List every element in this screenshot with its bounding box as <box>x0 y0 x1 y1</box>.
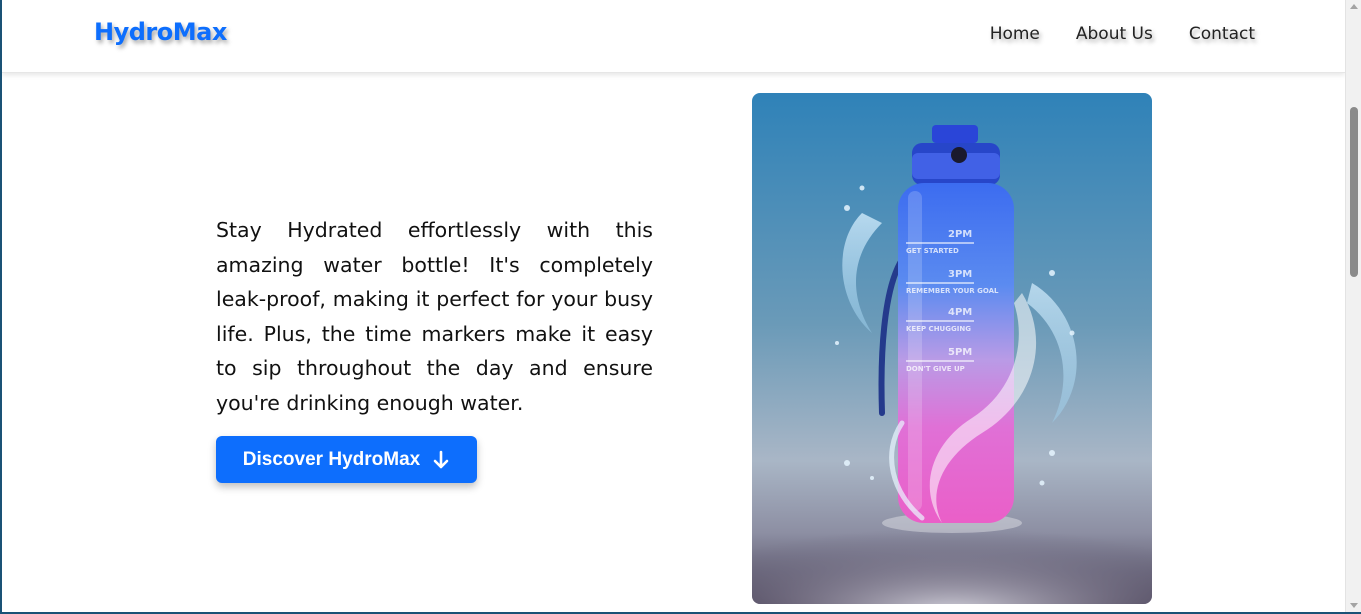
page-viewport: HydroMax Home About Us Contact Stay Hydr… <box>2 0 1345 612</box>
marker-caption-2: REMEMBER YOUR GOAL <box>906 287 999 295</box>
nav-link-about-us[interactable]: About Us <box>1076 24 1153 44</box>
marker-caption-4: DON'T GIVE UP <box>906 365 965 373</box>
vertical-scrollbar[interactable] <box>1345 0 1361 612</box>
marker-time-4: 5PM <box>948 347 972 358</box>
navbar: HydroMax Home About Us Contact <box>2 0 1345 73</box>
marker-caption-1: GET STARTED <box>906 247 959 255</box>
product-image: 2PM GET STARTED 3PM REMEMBER YOUR GOAL 4… <box>752 93 1152 604</box>
nav-link-contact[interactable]: Contact <box>1189 24 1255 44</box>
marker-time-3: 4PM <box>948 307 972 318</box>
scroll-up-icon[interactable] <box>1350 4 1358 9</box>
nav-link-home[interactable]: Home <box>990 24 1040 44</box>
brand-logo[interactable]: HydroMax <box>94 18 227 46</box>
cta-label: Discover HydroMax <box>242 448 421 470</box>
marker-time-2: 3PM <box>948 269 972 280</box>
scroll-thumb[interactable] <box>1350 107 1358 277</box>
water-bottle-illustration: 2PM GET STARTED 3PM REMEMBER YOUR GOAL 4… <box>752 93 1152 604</box>
marker-caption-3: KEEP CHUGGING <box>906 325 971 333</box>
hero-description: Stay Hydrated effortlessly with this ama… <box>216 218 653 415</box>
marker-time-1: 2PM <box>948 229 972 240</box>
scroll-down-icon[interactable] <box>1350 603 1358 608</box>
discover-hydromax-button[interactable]: Discover HydroMax <box>216 436 477 483</box>
arrow-down-icon <box>432 450 450 470</box>
nav-links: Home About Us Contact <box>990 24 1255 44</box>
